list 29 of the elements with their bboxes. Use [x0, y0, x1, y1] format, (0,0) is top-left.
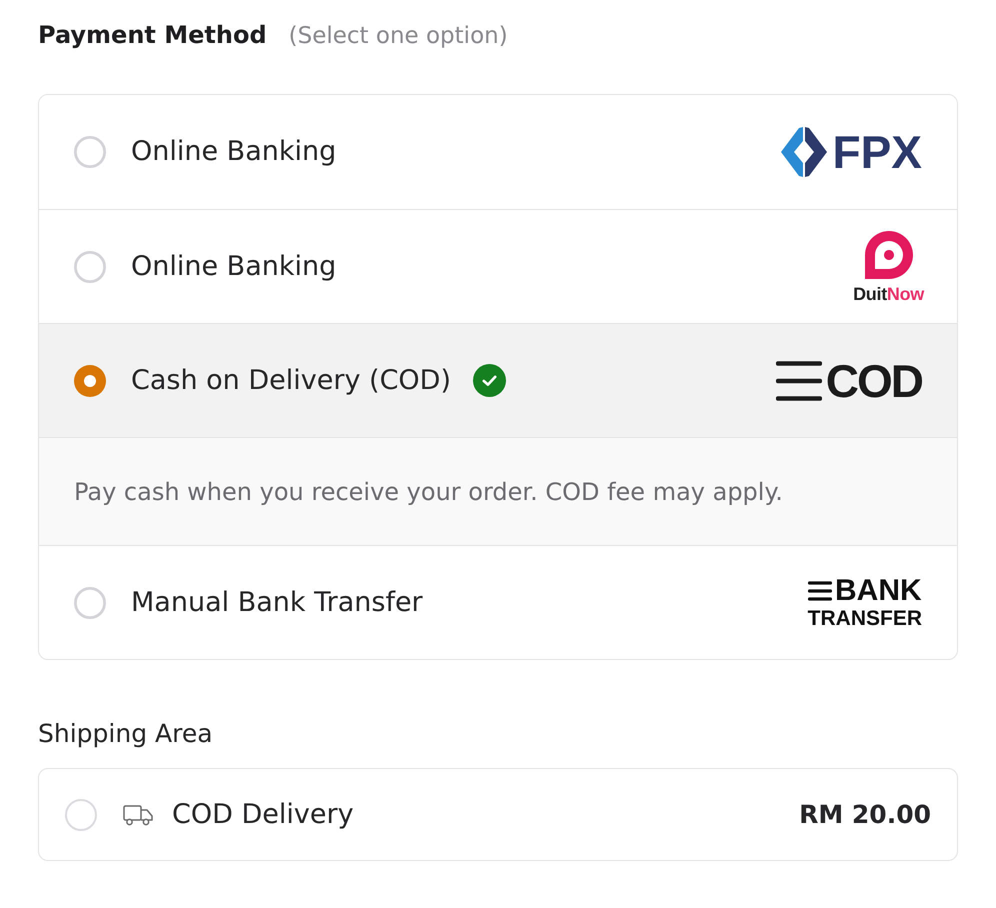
- section-title: Shipping Area: [38, 719, 213, 749]
- option-label: Cash on Delivery (COD): [131, 364, 451, 398]
- chevrons-icon: [780, 127, 827, 177]
- option-label: Manual Bank Transfer: [131, 586, 423, 620]
- logo-text: BANK: [834, 576, 922, 606]
- payment-option[interactable]: Manual Bank Transfer BANK TRANSFER: [39, 545, 957, 659]
- logo-text: COD: [826, 356, 922, 404]
- description-text: Pay cash when you receive your order. COD fee may apply.: [74, 476, 783, 506]
- section-title: Payment Method: [38, 20, 267, 50]
- price-text: RM 20.00: [799, 800, 931, 830]
- pin-icon: [864, 230, 913, 278]
- lines-icon: [776, 360, 822, 400]
- logo-text: FPX: [832, 128, 922, 176]
- lines-icon: [808, 580, 832, 600]
- radio-button[interactable]: [74, 586, 106, 618]
- payment-option[interactable]: Cash on Delivery (COD) COD: [39, 323, 957, 437]
- shipping-option[interactable]: COD Delivery RM 20.00: [38, 768, 958, 861]
- radio-button[interactable]: [65, 798, 97, 830]
- check-icon: [473, 364, 506, 397]
- option-label: COD Delivery: [172, 798, 354, 832]
- logo-text: DuitNow: [853, 284, 924, 302]
- hint-text: (Select one option): [288, 22, 508, 51]
- option-label: Online Banking: [131, 250, 336, 284]
- option-label: Online Banking: [131, 135, 336, 169]
- radio-button[interactable]: [74, 250, 106, 282]
- radio-button[interactable]: [74, 364, 106, 396]
- logo-text: TRANSFER: [808, 608, 922, 630]
- radio-button[interactable]: [74, 136, 106, 168]
- truck-icon: [123, 804, 153, 826]
